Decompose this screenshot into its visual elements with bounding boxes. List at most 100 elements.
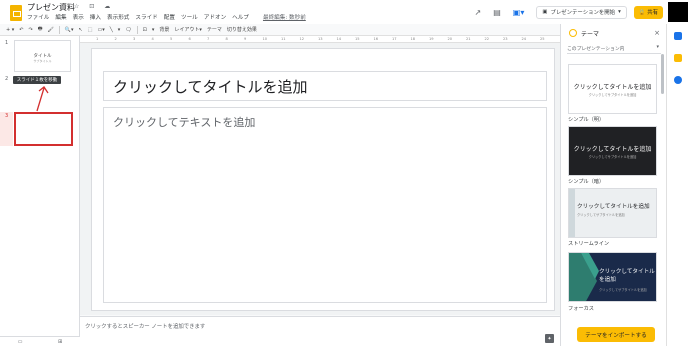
menu-insert[interactable]: 挿入 xyxy=(90,13,101,21)
toolbar-divider xyxy=(58,25,60,34)
app-header: プレゼン資料 ☆ ⊡ ☁ ファイル 編集 表示 挿入 表示形式 スライド 配置 … xyxy=(0,0,688,24)
menu-tools[interactable]: ツール xyxy=(181,13,198,21)
select-icon[interactable]: ↖ xyxy=(79,27,83,33)
meet-icon[interactable]: ▣▾ xyxy=(513,8,525,17)
ruler-tick: 4 xyxy=(151,37,154,41)
red-arrow-icon xyxy=(36,86,49,112)
chevron-down-icon[interactable]: ▾ xyxy=(618,9,621,15)
theme-preview-subtitle: クリックしてサブタイトルを追加 xyxy=(588,155,637,159)
present-icon: ▣ xyxy=(542,9,548,15)
transition-button[interactable]: 切り替え効果 xyxy=(227,26,257,33)
ruler-tick: 17 xyxy=(392,37,397,41)
line-chevron-icon[interactable]: ▾ xyxy=(118,27,121,33)
menu-addons[interactable]: アドオン xyxy=(204,13,226,21)
last-edit-link[interactable]: 最終編集: 数秒前 xyxy=(263,13,306,21)
ruler-tick: 3 xyxy=(133,37,136,41)
ruler-tick: 18 xyxy=(410,37,416,41)
slides-app: プレゼン資料 ☆ ⊡ ☁ ファイル 編集 表示 挿入 表示形式 スライド 配置 … xyxy=(0,0,688,346)
slide-canvas: クリックしてタイトルを追加 クリックしてテキストを追加 xyxy=(80,43,560,315)
check-icon[interactable] xyxy=(674,76,682,84)
menu-view[interactable]: 表示 xyxy=(73,13,84,21)
comment-icon[interactable]: ▤ xyxy=(493,8,501,17)
theme-card-streamline[interactable]: クリックしてタイトルを追加 クリックしてサブタイトルを追加 xyxy=(568,188,657,238)
title-actions-icons[interactable]: ☆ ⊡ ☁ xyxy=(74,3,114,10)
ruler-tick: 13 xyxy=(318,37,323,41)
grid-view-icon[interactable]: ⊞ xyxy=(58,339,62,345)
document-title[interactable]: プレゼン資料 xyxy=(27,2,75,13)
menu-file[interactable]: ファイル xyxy=(27,13,49,21)
speaker-notes[interactable]: クリックするとスピーカー ノートを追加できます ✦ xyxy=(80,316,560,346)
avatar[interactable] xyxy=(668,2,688,22)
ruler-tick: 1 xyxy=(96,37,99,41)
menu-bar: ファイル 編集 表示 挿入 表示形式 スライド 配置 ツール アドオン ヘルプ … xyxy=(27,13,306,21)
ruler-tick: 24 xyxy=(521,37,527,41)
theme-name: シンプル（暗） xyxy=(568,179,605,185)
import-theme-button[interactable]: テーマをインポートする xyxy=(577,327,655,342)
present-button[interactable]: ▣ プレゼンテーションを開始 ▾ xyxy=(536,5,627,19)
toolbar-divider xyxy=(136,25,138,34)
print-icon[interactable]: 🖶 xyxy=(38,26,43,34)
share-button[interactable]: 🔒 共有 xyxy=(633,5,663,19)
ruler-tick: 25 xyxy=(540,37,545,41)
slides-logo-icon[interactable] xyxy=(10,5,22,21)
menu-slide[interactable]: スライド xyxy=(135,13,157,21)
new-slide-button[interactable]: + ▾ xyxy=(6,27,14,33)
chevron-down-icon: ▾ xyxy=(656,44,659,50)
ruler-tick: 14 xyxy=(336,37,342,41)
textbox-icon[interactable]: ⬚ xyxy=(88,27,93,33)
tasks-icon[interactable] xyxy=(674,54,682,62)
paint-format-icon[interactable]: 🖌 xyxy=(47,27,53,33)
redo-icon[interactable]: ↷ xyxy=(29,27,33,33)
title-placeholder[interactable]: クリックしてタイトルを追加 xyxy=(103,71,547,101)
menu-help[interactable]: ヘルプ xyxy=(232,13,249,21)
theme-panel: テーマ × このプレゼンテーション内 ▾ クリックしてタイトルを追加 クリックし… xyxy=(560,24,666,346)
keep-icon[interactable] xyxy=(674,32,682,40)
theme-name: シンプル（明） xyxy=(568,117,605,123)
slide-editor[interactable]: クリックしてタイトルを追加 クリックしてテキストを追加 xyxy=(91,48,555,311)
theme-preview-subtitle: クリックしてサブタイトルを追加 xyxy=(588,93,637,97)
slide-thumbnail-1[interactable]: タイトル サブタイトル xyxy=(14,40,71,72)
theme-source-label: このプレゼンテーション内 xyxy=(567,46,625,52)
layout-button[interactable]: レイアウト▾ xyxy=(174,26,202,33)
close-icon[interactable]: × xyxy=(654,29,660,37)
drag-tooltip: スライド１枚を移動 xyxy=(13,76,61,84)
menu-edit[interactable]: 編集 xyxy=(55,13,66,21)
menu-arrange[interactable]: 配置 xyxy=(164,13,175,21)
undo-icon[interactable]: ↶ xyxy=(19,27,23,33)
theme-panel-title: テーマ xyxy=(581,30,600,38)
shape-icon[interactable]: ▭▾ xyxy=(97,27,104,33)
explore-icon[interactable]: ✦ xyxy=(545,334,554,343)
line-icon[interactable]: ╲ xyxy=(110,27,113,33)
ruler-tick: 6 xyxy=(188,37,191,41)
ruler-tick: 10 xyxy=(262,37,268,41)
filmstrip-view-icon[interactable]: ▭ xyxy=(18,339,23,345)
theme-source-select[interactable]: このプレゼンテーション内 ▾ xyxy=(567,43,661,54)
ruler-tick: 19 xyxy=(429,37,434,41)
menu-format[interactable]: 表示形式 xyxy=(107,13,129,21)
slide-number: 3 xyxy=(5,113,9,119)
ruler-tick: 9 xyxy=(244,37,247,41)
theme-name: フォーカス xyxy=(568,306,594,312)
slide-number: 2 xyxy=(5,76,9,82)
ruler-tick: 23 xyxy=(503,37,508,41)
background-button[interactable]: 背景 xyxy=(159,26,169,33)
speaker-notes-placeholder: クリックするとスピーカー ノートを追加できます xyxy=(85,324,206,330)
thumbnail-subtitle: サブタイトル xyxy=(33,59,52,63)
trend-icon[interactable]: ↗ xyxy=(475,8,482,17)
theme-button[interactable]: テーマ xyxy=(207,26,222,33)
ruler-tick: 22 xyxy=(484,37,490,41)
theme-card-simple-light[interactable]: クリックしてタイトルを追加 クリックしてサブタイトルを追加 xyxy=(568,64,657,114)
header-actions: ↗ ▤ ▣▾ ▣ プレゼンテーションを開始 ▾ 🔒 共有 xyxy=(475,2,688,22)
zoom-button[interactable]: 🔍▾ xyxy=(65,27,74,33)
fill-chevron-icon[interactable]: ▾ xyxy=(152,27,155,33)
theme-card-focus[interactable]: クリックしてタイトルを追加 クリックしてサブタイトルを追加 xyxy=(568,252,657,302)
palette-icon xyxy=(569,29,577,37)
fill-icon[interactable]: ⊡ xyxy=(143,27,147,33)
ruler-tick: 8 xyxy=(225,37,228,41)
theme-card-simple-dark[interactable]: クリックしてタイトルを追加 クリックしてサブタイトルを追加 xyxy=(568,126,657,176)
body-placeholder[interactable]: クリックしてテキストを追加 xyxy=(103,107,547,303)
theme-preview-title: クリックしてタイトルを追加 xyxy=(573,84,652,91)
slide-thumbnail-dragging[interactable] xyxy=(14,112,73,146)
comment-add-icon[interactable]: 🗨 xyxy=(125,27,131,33)
slide-number: 1 xyxy=(5,40,9,46)
